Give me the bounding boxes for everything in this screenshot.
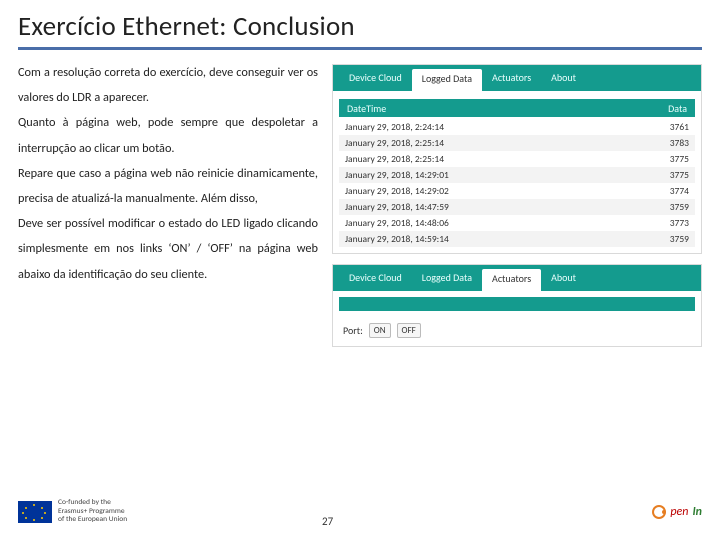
cell-datetime: January 29, 2018, 14:59:14	[339, 231, 619, 247]
body-text: Com a resolução correta do exercício, de…	[18, 60, 318, 347]
cell-datetime: January 29, 2018, 2:25:14	[339, 151, 619, 167]
tab-bar: Device Cloud Logged Data Actuators About	[333, 65, 701, 91]
paragraph: Repare que caso a página web não reinici…	[18, 161, 318, 211]
table-row: January 29, 2018, 2:25:143775	[339, 151, 695, 167]
table-row: January 29, 2018, 14:29:013775	[339, 167, 695, 183]
table-row: January 29, 2018, 14:48:063773	[339, 215, 695, 231]
table-row: January 29, 2018, 14:47:593759	[339, 199, 695, 215]
table-row: January 29, 2018, 14:29:023774	[339, 183, 695, 199]
table-row: January 29, 2018, 2:24:143761	[339, 119, 695, 135]
port-row: Port: ON OFF	[333, 317, 701, 346]
tab-actuators[interactable]: Actuators	[482, 65, 541, 91]
cell-data: 3774	[619, 183, 695, 199]
on-button[interactable]: ON	[369, 323, 391, 338]
screenshot-actuators: Device Cloud Logged Data Actuators About…	[332, 264, 702, 347]
cell-data: 3773	[619, 215, 695, 231]
openin-text: pen	[670, 505, 688, 519]
tab-device-cloud[interactable]: Device Cloud	[339, 265, 412, 291]
tab-actuators[interactable]: Actuators	[482, 269, 541, 291]
paragraph: Com a resolução correta do exercício, de…	[18, 60, 318, 110]
cell-datetime: January 29, 2018, 2:24:14	[339, 119, 619, 135]
tab-about[interactable]: About	[541, 265, 586, 291]
tab-bar: Device Cloud Logged Data Actuators About	[333, 265, 701, 291]
cell-data: 3761	[619, 119, 695, 135]
col-header-datetime: DateTime	[347, 102, 386, 115]
cell-datetime: January 29, 2018, 14:48:06	[339, 215, 619, 231]
col-header-data: Data	[668, 102, 687, 115]
data-table: January 29, 2018, 2:24:143761 January 29…	[339, 119, 695, 247]
slide-title: Exercício Ethernet: Conclusion	[18, 10, 702, 50]
table-row: January 29, 2018, 14:59:143759	[339, 231, 695, 247]
cell-data: 3783	[619, 135, 695, 151]
cell-datetime: January 29, 2018, 2:25:14	[339, 135, 619, 151]
openin-logo: pen In	[652, 505, 702, 519]
eu-flag-icon	[18, 501, 52, 523]
off-button[interactable]: OFF	[397, 323, 421, 338]
cell-data: 3759	[619, 231, 695, 247]
page-number: 27	[322, 515, 333, 528]
tab-about[interactable]: About	[541, 65, 586, 91]
paragraph: Quanto à página web, pode sempre que des…	[18, 110, 318, 160]
divider-bar	[339, 297, 695, 311]
tab-device-cloud[interactable]: Device Cloud	[339, 65, 412, 91]
table-row: January 29, 2018, 2:25:143783	[339, 135, 695, 151]
table-header-bar: DateTime Data	[339, 99, 695, 117]
cell-datetime: January 29, 2018, 14:29:01	[339, 167, 619, 183]
cell-data: 3775	[619, 167, 695, 183]
port-label: Port:	[343, 324, 363, 337]
cell-data: 3775	[619, 151, 695, 167]
tab-logged-data[interactable]: Logged Data	[412, 265, 482, 291]
cell-datetime: January 29, 2018, 14:29:02	[339, 183, 619, 199]
cell-datetime: January 29, 2018, 14:47:59	[339, 199, 619, 215]
eu-cofunded-block: Co-funded by the Erasmus+ Programme of t…	[18, 499, 127, 525]
tab-logged-data[interactable]: Logged Data	[412, 69, 482, 91]
cell-data: 3759	[619, 199, 695, 215]
screenshot-logged-data: Device Cloud Logged Data Actuators About…	[332, 64, 702, 254]
openin-circle-icon	[652, 505, 666, 519]
paragraph: Deve ser possível modificar o estado do …	[18, 211, 318, 287]
openin-text: In	[692, 505, 702, 519]
eu-text-line: of the European Union	[58, 516, 127, 525]
